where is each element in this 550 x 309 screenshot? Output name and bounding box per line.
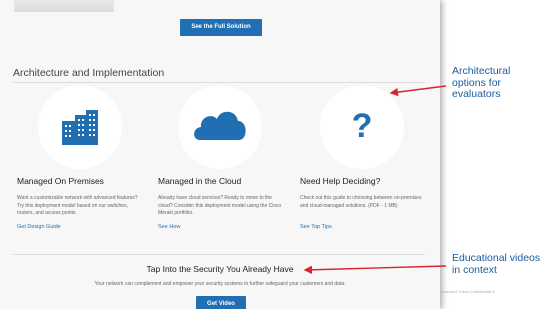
arrow-educational (303, 265, 447, 274)
annotation-arrows (303, 85, 447, 274)
arrow-architectural (389, 85, 447, 97)
